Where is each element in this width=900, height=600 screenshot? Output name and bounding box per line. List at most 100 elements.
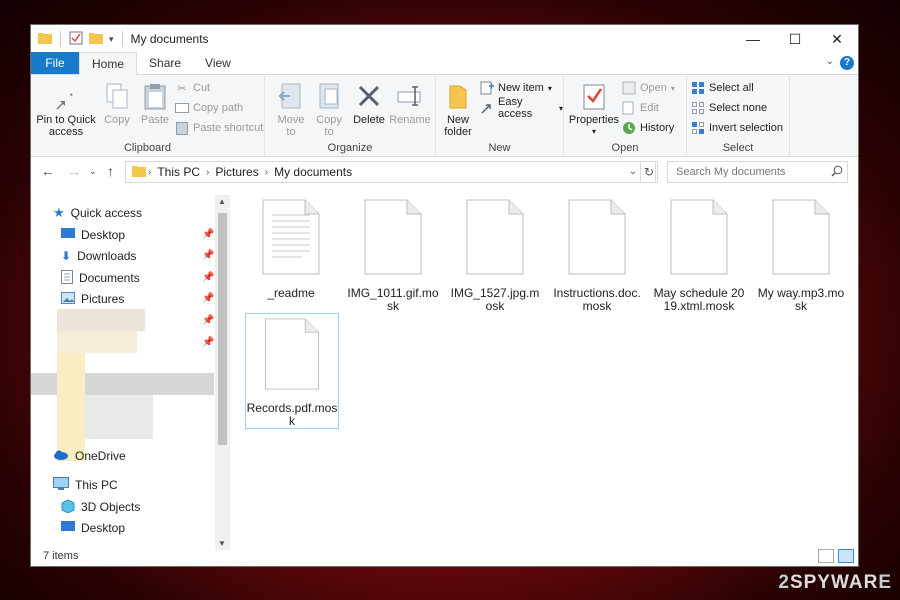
document-icon: [568, 199, 626, 275]
select-all-icon: [691, 81, 705, 95]
new-folder-qat-icon[interactable]: [89, 32, 103, 47]
nav-item-downloads[interactable]: ⬇ Downloads: [61, 246, 136, 266]
pin-label: Pin to Quick access: [36, 114, 96, 138]
address-dropdown-icon[interactable]: ⌄: [629, 166, 637, 177]
copy-button[interactable]: Copy: [99, 81, 135, 126]
nav-item-pictures[interactable]: Pictures: [61, 289, 124, 309]
nav-item-desktop[interactable]: Desktop: [61, 225, 125, 245]
ribbon: Pin to Quick access Copy Paste ✂ Cut Cop…: [31, 75, 858, 157]
rename-button[interactable]: Rename: [389, 81, 431, 126]
pin-to-quick-access-button[interactable]: Pin to Quick access: [35, 81, 97, 138]
refresh-icon[interactable]: ↻: [640, 161, 658, 183]
divider: [60, 31, 61, 47]
address-bar[interactable]: › This PC › Pictures › My documents ⌄: [125, 161, 656, 183]
select-none-button[interactable]: Select none: [691, 99, 767, 117]
tab-file[interactable]: File: [31, 52, 79, 74]
nav-item-3d-objects[interactable]: 3D Objects: [61, 497, 140, 517]
file-item[interactable]: Instructions.doc.mosk: [549, 195, 645, 313]
pin-icon[interactable]: 📌: [202, 250, 214, 261]
details-view-button[interactable]: [818, 549, 834, 563]
cut-button[interactable]: ✂ Cut: [175, 79, 210, 97]
tab-view[interactable]: View: [193, 52, 243, 74]
history-label: History: [640, 122, 675, 134]
cut-label: Cut: [193, 82, 211, 94]
history-icon: [622, 121, 636, 135]
document-icon: [466, 199, 524, 275]
pin-icon[interactable]: 📌: [202, 229, 214, 240]
large-icons-view-button[interactable]: [838, 549, 854, 563]
breadcrumb-pictures[interactable]: Pictures: [215, 165, 258, 179]
nav-scrollbar[interactable]: ▲ ▼: [215, 195, 230, 550]
file-item[interactable]: _readme: [243, 195, 339, 300]
file-item[interactable]: May schedule 2019.xtml.mosk: [651, 195, 747, 313]
history-button[interactable]: History: [622, 119, 674, 137]
new-folder-button[interactable]: New folder: [440, 81, 476, 138]
nav-this-pc[interactable]: This PC: [53, 475, 118, 495]
paste-shortcut-label: Paste shortcut: [193, 122, 264, 134]
window-title: My documents: [130, 32, 209, 46]
select-none-icon: [691, 101, 705, 115]
move-to-button[interactable]: Move to: [273, 81, 309, 138]
nav-label: Quick access: [70, 206, 143, 220]
file-name: My way.mp3.mosk: [757, 286, 845, 313]
chevron-down-icon: ▾: [670, 83, 675, 93]
folder-icon: [38, 32, 52, 47]
recent-locations-chevron-icon[interactable]: ⌄: [89, 166, 97, 177]
easy-access-icon: [480, 101, 494, 115]
nav-label: OneDrive: [75, 449, 126, 463]
file-item[interactable]: IMG_1527.jpg.mosk: [447, 195, 543, 313]
properties-button[interactable]: Properties ▾: [568, 81, 620, 138]
scroll-thumb[interactable]: [218, 213, 227, 445]
easy-access-button[interactable]: Easy access ▾: [480, 96, 563, 120]
paste-shortcut-icon: [175, 121, 189, 135]
edit-button[interactable]: Edit: [622, 99, 659, 117]
maximize-button[interactable]: ☐: [774, 25, 816, 53]
select-all-button[interactable]: Select all: [691, 79, 754, 97]
new-group: New folder New item ▾ Easy access ▾ New: [436, 75, 564, 156]
tab-home[interactable]: Home: [79, 52, 138, 75]
paste-shortcut-button[interactable]: Paste shortcut: [175, 119, 263, 137]
file-name: IMG_1011.gif.mosk: [347, 286, 439, 313]
new-item-button[interactable]: New item ▾: [480, 79, 552, 97]
nav-quick-access[interactable]: ★ Quick access: [53, 203, 142, 223]
pin-icon[interactable]: 📌: [202, 337, 214, 348]
document-icon: [364, 199, 422, 275]
breadcrumb-my-documents[interactable]: My documents: [274, 165, 352, 179]
new-item-label: New item: [498, 82, 544, 94]
close-button[interactable]: ✕: [816, 25, 858, 53]
file-item[interactable]: My way.mp3.mosk: [753, 195, 849, 313]
open-button[interactable]: Open ▾: [622, 79, 675, 97]
delete-button[interactable]: Delete: [351, 81, 387, 126]
scroll-down-icon[interactable]: ▼: [218, 539, 226, 548]
file-item[interactable]: Records.pdf.mosk: [245, 313, 339, 429]
nav-onedrive[interactable]: OneDrive: [53, 446, 126, 466]
file-item[interactable]: IMG_1011.gif.mosk: [345, 195, 441, 313]
copy-label: Copy: [104, 114, 130, 126]
pin-icon[interactable]: 📌: [202, 293, 214, 304]
nav-label: Desktop: [81, 228, 126, 242]
pin-icon[interactable]: 📌: [202, 272, 214, 283]
forward-arrow-icon[interactable]: →: [67, 163, 81, 179]
copy-to-button[interactable]: Copy to: [311, 81, 347, 138]
new-group-label: New: [488, 142, 511, 154]
minimize-button[interactable]: —: [732, 25, 774, 53]
back-arrow-icon[interactable]: ←: [41, 163, 55, 179]
clipboard-group: Pin to Quick access Copy Paste ✂ Cut Cop…: [31, 75, 265, 156]
nav-item-desktop-pc[interactable]: Desktop: [61, 518, 125, 538]
invert-selection-button[interactable]: Invert selection: [691, 119, 783, 137]
tab-share[interactable]: Share: [137, 52, 193, 74]
select-group: Select all Select none Invert selection …: [687, 75, 790, 156]
paste-button[interactable]: Paste: [137, 81, 173, 126]
properties-qat-icon[interactable]: [69, 31, 83, 48]
help-icon[interactable]: ?: [840, 56, 854, 70]
search-input[interactable]: Search My documents: [667, 161, 848, 183]
customize-qat-icon[interactable]: ▾: [109, 34, 114, 45]
breadcrumb-this-pc[interactable]: This PC: [157, 165, 200, 179]
copy-path-button[interactable]: Copy path: [175, 99, 243, 117]
chevron-down-icon[interactable]: ⌄: [826, 56, 834, 67]
up-arrow-icon[interactable]: ↑: [107, 163, 114, 179]
desktop-icon: [61, 520, 75, 536]
pin-icon[interactable]: 📌: [202, 315, 214, 326]
scroll-up-icon[interactable]: ▲: [218, 197, 226, 206]
nav-item-documents[interactable]: Documents: [61, 268, 140, 288]
